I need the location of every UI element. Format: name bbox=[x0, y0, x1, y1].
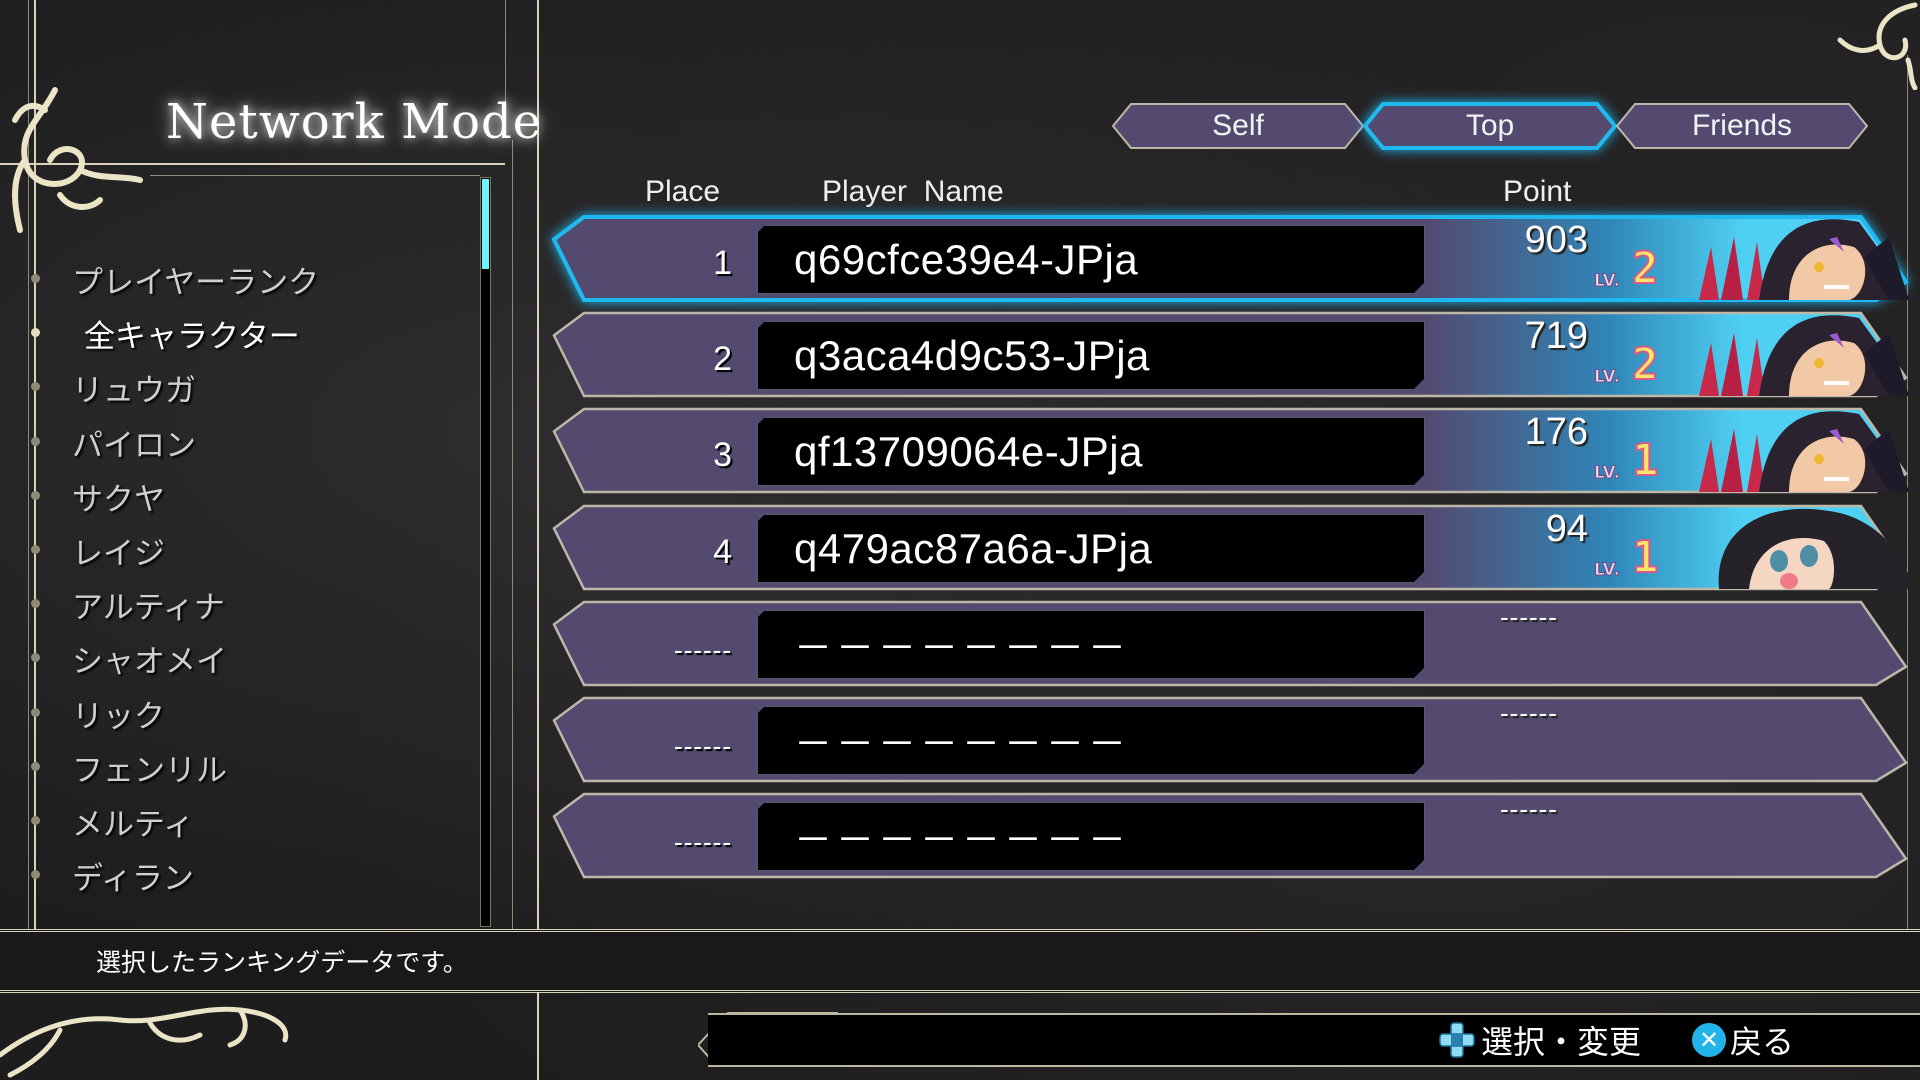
column-header-point: Point bbox=[1503, 175, 1572, 208]
row-player-name: q3aca4d9c53-JPja bbox=[794, 331, 1150, 379]
column-header-place: Place bbox=[645, 175, 721, 208]
table-row[interactable]: 1 q69cfce39e4-JPja 903 LV. 2 bbox=[551, 215, 1909, 302]
sidebar-item[interactable]: 全キャラクター bbox=[84, 311, 300, 355]
tab-label: Self bbox=[1212, 109, 1264, 142]
cross-button-icon: ✕ bbox=[1692, 1023, 1726, 1057]
sidebar-item[interactable]: フェンリル bbox=[72, 745, 227, 789]
level-label: LV. bbox=[1594, 367, 1621, 388]
sidebar-item[interactable]: レイジ bbox=[72, 528, 165, 572]
sidebar-item[interactable]: アルティナ bbox=[72, 582, 225, 626]
row-player-name: q479ac87a6a-JPja bbox=[794, 524, 1153, 572]
tab-label: Friends bbox=[1691, 109, 1793, 142]
ornament-flourish-icon bbox=[12, 87, 143, 233]
row-points: ------ bbox=[1500, 602, 1558, 632]
row-place: 1 bbox=[713, 244, 732, 282]
list-bullet-icon bbox=[31, 274, 40, 283]
frame-line bbox=[150, 175, 480, 176]
sidebar-scrollbar[interactable] bbox=[480, 177, 491, 927]
row-points: ------ bbox=[1500, 794, 1558, 824]
row-place: ------ bbox=[674, 731, 732, 761]
status-message: 選択したランキングデータです。 bbox=[96, 948, 468, 977]
tab-friends[interactable]: Friends bbox=[1615, 103, 1869, 149]
list-bullet-icon bbox=[31, 545, 40, 554]
scrollbar-thumb[interactable] bbox=[482, 179, 489, 269]
row-place: ------ bbox=[674, 827, 732, 857]
sidebar-item[interactable]: サクヤ bbox=[72, 474, 165, 518]
row-place: ------ bbox=[674, 635, 732, 665]
status-bar: 選択したランキングデータです。 bbox=[0, 929, 1920, 993]
sidebar-item[interactable]: リック bbox=[72, 691, 165, 735]
row-player-name: qf13709064e-JPja bbox=[794, 427, 1143, 475]
hint-select-change: 選択・変更 bbox=[1437, 1016, 1641, 1064]
row-level: 2 bbox=[1631, 243, 1659, 294]
main-divider-line bbox=[537, 0, 539, 1080]
sidebar-item[interactable]: リュウガ bbox=[72, 365, 196, 409]
table-row[interactable]: ------ －－－－－－－－ ------ bbox=[552, 696, 1908, 783]
ornament-flourish-icon bbox=[1837, 2, 1918, 90]
male-character-portrait-icon bbox=[1699, 219, 1909, 300]
hint-label: 選択・変更 bbox=[1481, 1023, 1642, 1061]
hint-back: ✕ 戻る bbox=[1692, 1016, 1794, 1064]
female-character-portrait-icon bbox=[1718, 508, 1909, 589]
level-label: LV. bbox=[1594, 560, 1621, 581]
male-character-portrait-icon bbox=[1699, 411, 1909, 492]
row-points: 903 bbox=[1524, 219, 1588, 261]
list-bullet-icon bbox=[31, 707, 40, 717]
row-points: 94 bbox=[1545, 508, 1588, 550]
hint-label: 戻る bbox=[1730, 1023, 1795, 1061]
table-row[interactable]: 2 q3aca4d9c53-JPja 719 LV. 2 bbox=[552, 311, 1909, 398]
frame-line bbox=[512, 140, 513, 929]
row-player-name: q69cfce39e4-JPja bbox=[794, 235, 1139, 283]
row-place: 4 bbox=[713, 533, 732, 571]
table-row[interactable]: 4 q479ac87a6a-JPja 94 LV. 1 bbox=[552, 504, 1909, 591]
sidebar-item[interactable]: シャオメイ bbox=[72, 636, 227, 680]
sidebar-item[interactable]: パイロン bbox=[72, 420, 196, 464]
list-bullet-icon bbox=[31, 436, 40, 446]
column-header-player-name: Player Name bbox=[822, 175, 1004, 208]
male-character-portrait-icon bbox=[1699, 315, 1909, 396]
level-label: LV. bbox=[1594, 463, 1621, 484]
list-bullet-icon bbox=[31, 490, 40, 500]
sidebar-item[interactable]: プレイヤーランク bbox=[72, 257, 319, 301]
row-place: 3 bbox=[713, 436, 732, 474]
page-title: Network Mode bbox=[166, 94, 543, 150]
level-label: LV. bbox=[1594, 271, 1621, 292]
tab-top[interactable]: Top bbox=[1362, 102, 1618, 150]
table-row[interactable]: ------ －－－－－－－－ ------ bbox=[552, 792, 1908, 879]
row-place: 2 bbox=[713, 340, 732, 378]
sidebar-item[interactable]: メルティ bbox=[72, 799, 194, 843]
row-level: 2 bbox=[1631, 339, 1659, 390]
tab-self[interactable]: Self bbox=[1111, 103, 1365, 149]
row-points: 176 bbox=[1524, 411, 1588, 453]
list-bullet-icon bbox=[31, 816, 40, 825]
row-points: 719 bbox=[1524, 315, 1588, 357]
table-row[interactable]: 3 qf13709064e-JPja 176 LV. 1 bbox=[552, 407, 1909, 494]
row-level: 1 bbox=[1631, 532, 1659, 583]
row-level: 1 bbox=[1631, 435, 1659, 486]
table-row[interactable]: ------ －－－－－－－－ ------ bbox=[552, 600, 1908, 687]
row-player-name: －－－－－－－－ bbox=[794, 724, 1131, 766]
ornament-flourish-icon bbox=[0, 1006, 289, 1078]
list-bullet-icon bbox=[31, 761, 40, 771]
dpad-icon bbox=[1439, 1022, 1475, 1058]
row-points: ------ bbox=[1500, 698, 1558, 728]
row-player-name: －－－－－－－－ bbox=[794, 820, 1131, 862]
row-player-name: －－－－－－－－ bbox=[794, 628, 1131, 670]
sidebar-item[interactable]: ディラン bbox=[72, 853, 194, 897]
tab-label: Top bbox=[1465, 109, 1515, 142]
